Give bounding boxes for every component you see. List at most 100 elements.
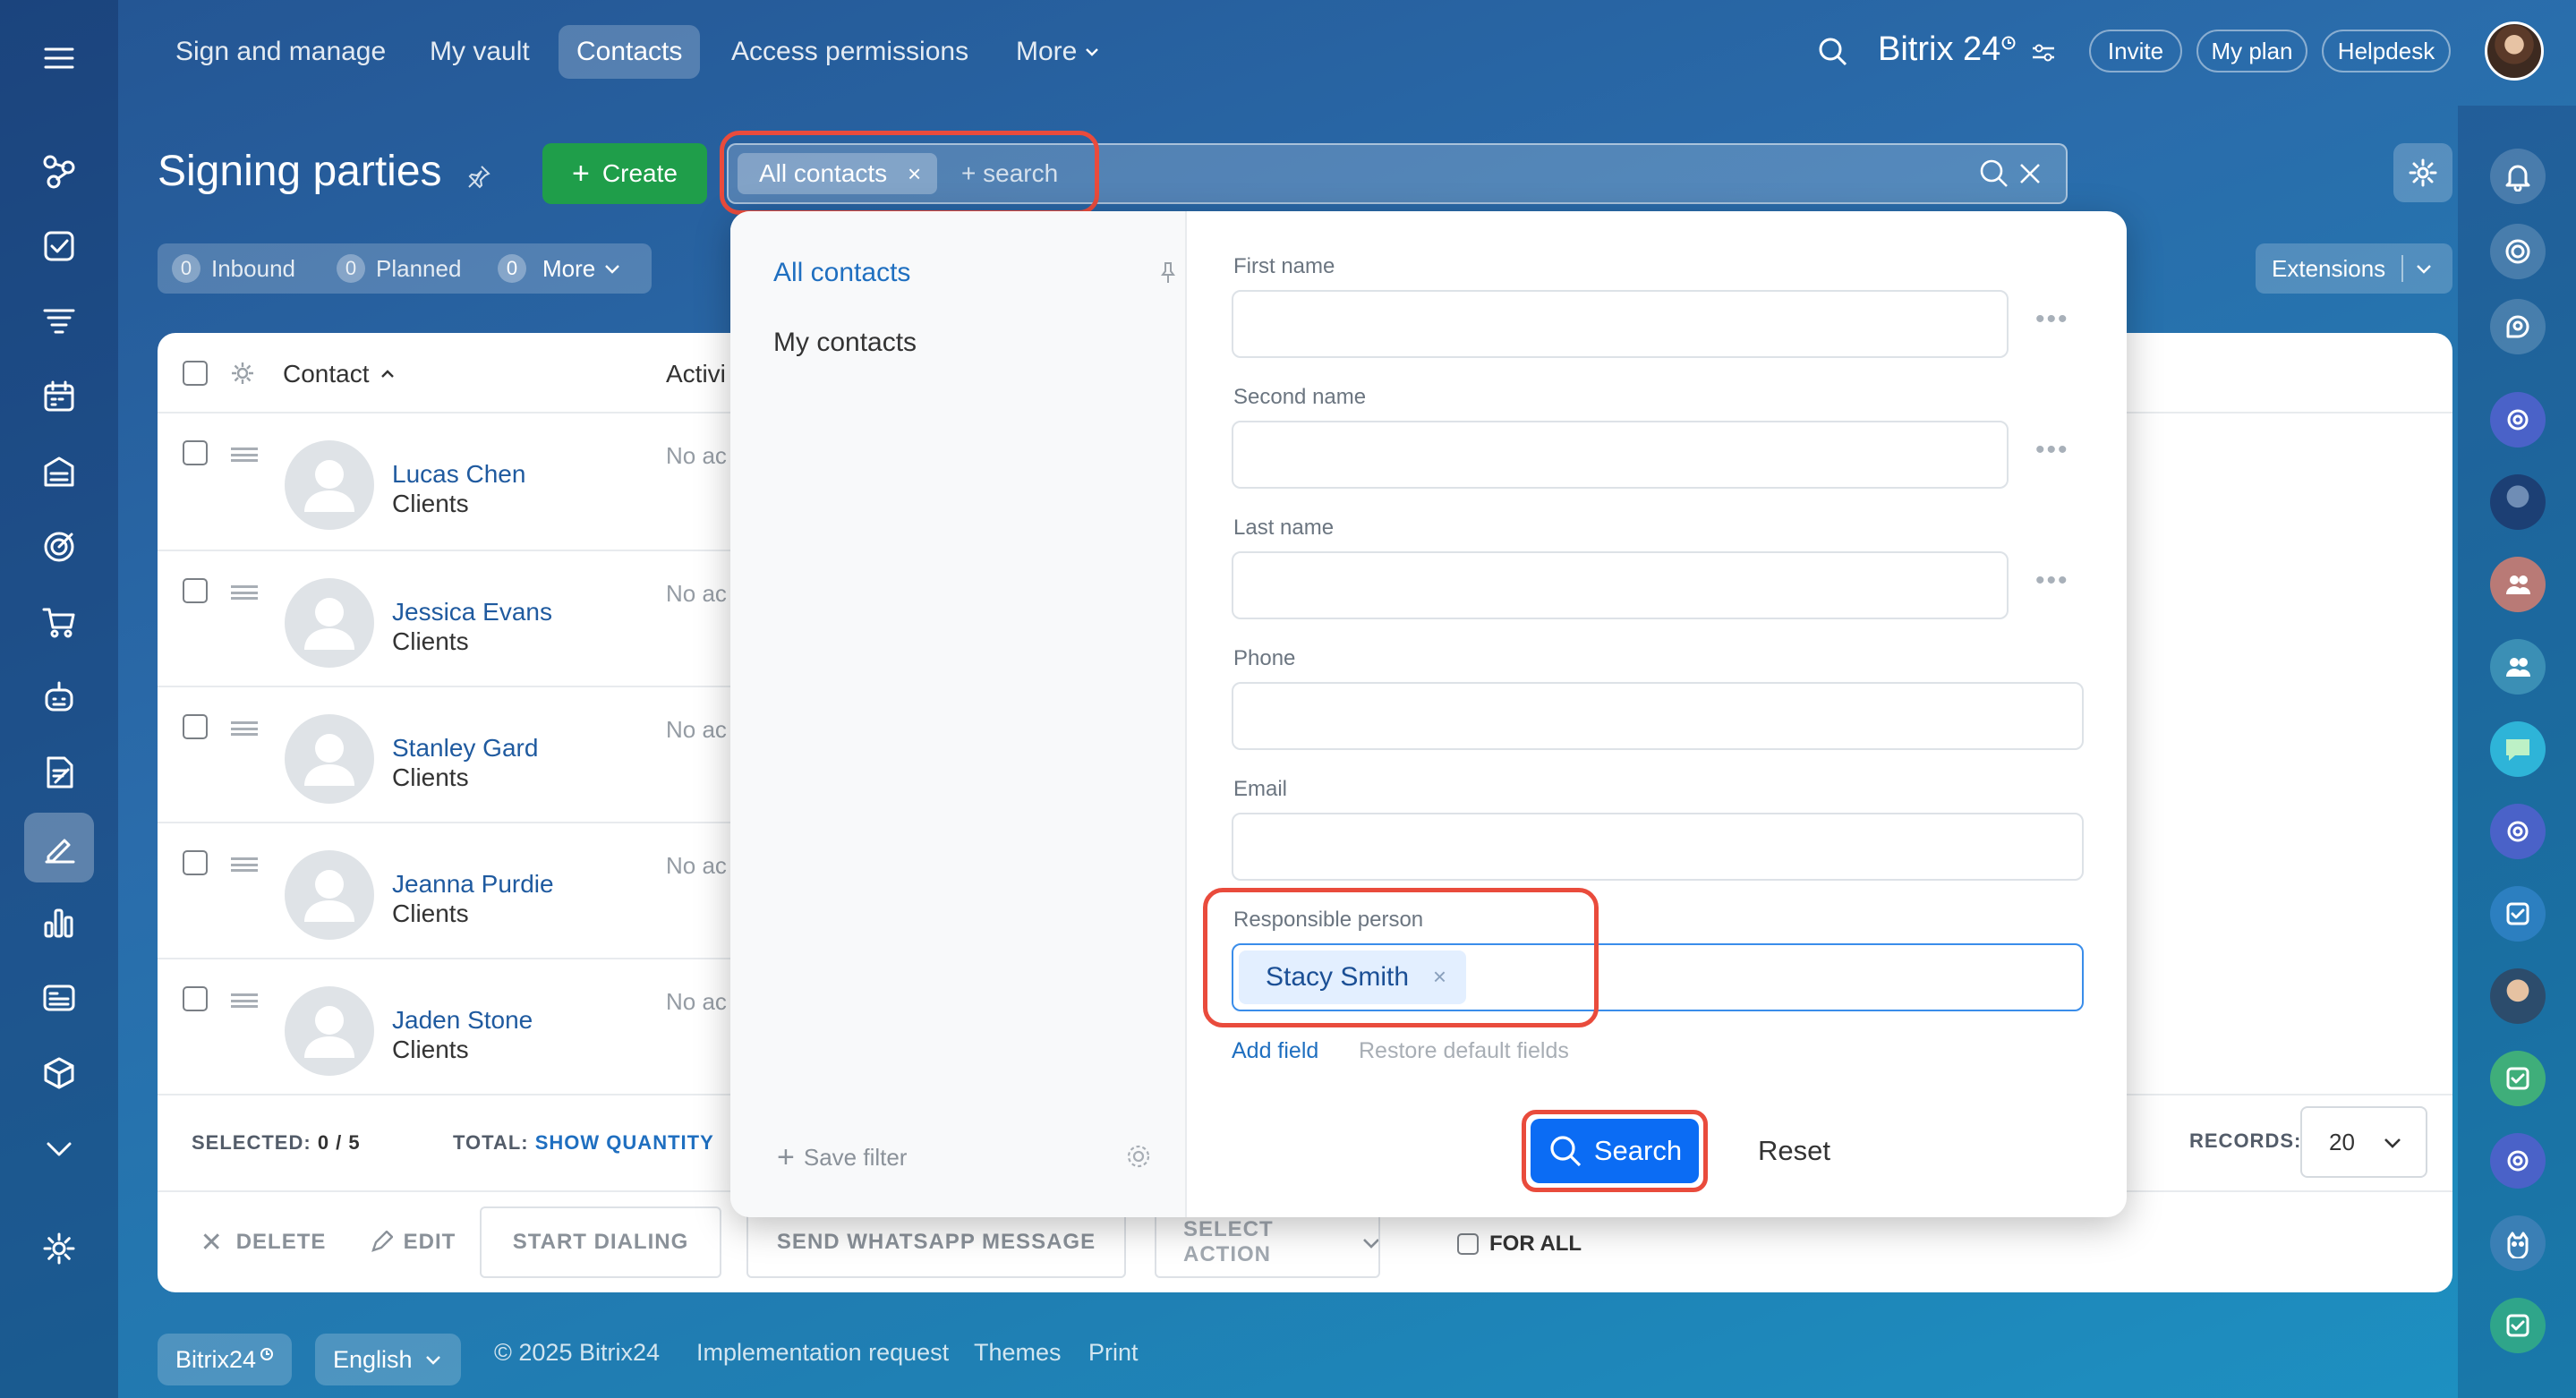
table-row[interactable]: Lucas Chen Clients No ac [158,413,730,550]
storage-icon[interactable] [24,437,94,507]
task-check-icon[interactable] [2490,1051,2546,1106]
user-avatar[interactable] [2485,21,2544,81]
themes-link[interactable]: Themes [974,1339,1062,1367]
nav-access-permissions[interactable]: Access permissions [713,25,986,79]
create-button[interactable]: + Create [542,143,707,204]
contact-avatar[interactable] [285,578,374,668]
table-row[interactable]: Stanley Gard Clients No ac [158,686,730,822]
package-icon[interactable] [24,1038,94,1108]
message-icon[interactable] [2490,721,2546,777]
helpdesk-button[interactable]: Helpdesk [2322,30,2451,72]
my-plan-button[interactable]: My plan [2196,30,2307,72]
copilot-icon[interactable] [2490,224,2546,279]
contact-name-link[interactable]: Stanley Gard [392,734,538,763]
task-check-icon[interactable] [2490,886,2546,942]
pin-icon[interactable] [465,163,492,190]
contact-name-link[interactable]: Jessica Evans [392,598,552,627]
news-icon[interactable] [24,963,94,1033]
notifications-bell-icon[interactable] [2490,149,2546,204]
show-quantity-link[interactable]: SHOW QUANTITY [535,1131,714,1154]
analytics-icon[interactable] [24,888,94,958]
implementation-request-link[interactable]: Implementation request [696,1339,949,1367]
contact-avatar[interactable] [2490,968,2546,1024]
more-options-icon[interactable]: ••• [2035,566,2069,596]
nav-my-vault[interactable]: My vault [412,25,548,79]
tasks-icon[interactable] [24,211,94,281]
pin-icon[interactable] [1160,261,1176,285]
document-icon[interactable] [24,737,94,807]
table-row[interactable]: Jessica Evans Clients No ac [158,550,730,686]
counter-more[interactable]: 0 More [498,254,622,283]
first-name-field[interactable] [1232,290,2009,358]
row-checkbox[interactable] [183,440,208,465]
reset-button[interactable]: Reset [1758,1135,1830,1167]
flows-icon[interactable] [24,136,94,206]
task-check-icon[interactable] [2490,1298,2546,1353]
contact-avatar[interactable] [2490,474,2546,530]
chat-search-icon[interactable] [2490,299,2546,354]
column-activity[interactable]: Activi [666,360,726,388]
gear-icon[interactable] [1124,1142,1153,1171]
counter-inbound[interactable]: 0 Inbound [172,254,295,283]
contact-avatar[interactable] [285,714,374,804]
group-chat-icon[interactable] [2490,557,2546,612]
extensions-button[interactable]: Extensions [2256,243,2452,294]
row-checkbox[interactable] [183,850,208,875]
row-checkbox[interactable] [183,714,208,739]
edit-button[interactable]: EDIT [363,1206,462,1278]
checkbox[interactable] [1457,1233,1479,1255]
phone-field[interactable] [1232,682,2084,750]
start-dialing-button[interactable]: START DIALING [480,1206,721,1278]
table-row[interactable]: Jeanna Purdie Clients No ac [158,822,730,958]
channel-icon[interactable] [2490,804,2546,859]
column-contact[interactable]: Contact [283,360,397,388]
nav-more[interactable]: More [998,25,1120,79]
drag-handle-icon[interactable] [231,993,258,1008]
contact-avatar[interactable] [285,986,374,1076]
restore-default-fields-link[interactable]: Restore default fields [1359,1038,1569,1064]
group-chat-icon[interactable] [2490,639,2546,695]
add-field-link[interactable]: Add field [1232,1038,1318,1064]
nav-sign-and-manage[interactable]: Sign and manage [158,25,404,79]
preset-all-contacts[interactable]: All contacts [773,258,910,288]
sign-icon[interactable] [24,813,94,882]
language-selector[interactable]: English [315,1334,461,1385]
settings-gear-icon[interactable] [24,1214,94,1283]
footer-brand-button[interactable]: Bitrix24 [158,1334,293,1385]
select-action-dropdown[interactable]: SELECT ACTION [1155,1206,1380,1278]
grid-settings-button[interactable] [2393,143,2452,202]
invite-button[interactable]: Invite [2089,30,2182,72]
gear-icon[interactable] [229,360,256,387]
chevron-down-icon[interactable] [24,1113,94,1183]
drag-handle-icon[interactable] [231,721,258,736]
select-all-checkbox[interactable] [183,361,208,386]
save-filter-button[interactable]: + Save filter [777,1140,907,1175]
drag-handle-icon[interactable] [231,857,258,872]
menu-icon[interactable] [24,23,94,93]
second-name-field[interactable] [1232,421,2009,489]
records-per-page-select[interactable]: 20 [2300,1106,2427,1178]
more-options-icon[interactable]: ••• [2035,435,2069,465]
for-all-checkbox[interactable]: FOR ALL [1457,1232,1582,1257]
delete-button[interactable]: ✕ DELETE [192,1206,335,1278]
tune-icon[interactable] [2030,41,2057,64]
drag-handle-icon[interactable] [231,585,258,600]
print-link[interactable]: Print [1088,1339,1139,1367]
close-icon[interactable] [2017,161,2043,186]
calendar-icon[interactable] [24,362,94,431]
bot-avatar[interactable] [2490,1215,2546,1271]
preset-my-contacts[interactable]: My contacts [773,328,917,358]
drag-handle-icon[interactable] [231,448,258,462]
search-icon[interactable] [1817,36,1849,68]
robot-icon[interactable] [24,662,94,732]
email-field[interactable] [1232,813,2084,881]
funnel-icon[interactable] [24,286,94,356]
more-options-icon[interactable]: ••• [2035,304,2069,335]
channel-icon[interactable] [2490,392,2546,448]
search-icon[interactable] [1978,158,2010,190]
contact-avatar[interactable] [285,850,374,940]
send-whatsapp-button[interactable]: SEND WHATSAPP MESSAGE [746,1206,1126,1278]
contact-name-link[interactable]: Jaden Stone [392,1006,533,1035]
last-name-field[interactable] [1232,551,2009,619]
contact-name-link[interactable]: Jeanna Purdie [392,870,554,899]
